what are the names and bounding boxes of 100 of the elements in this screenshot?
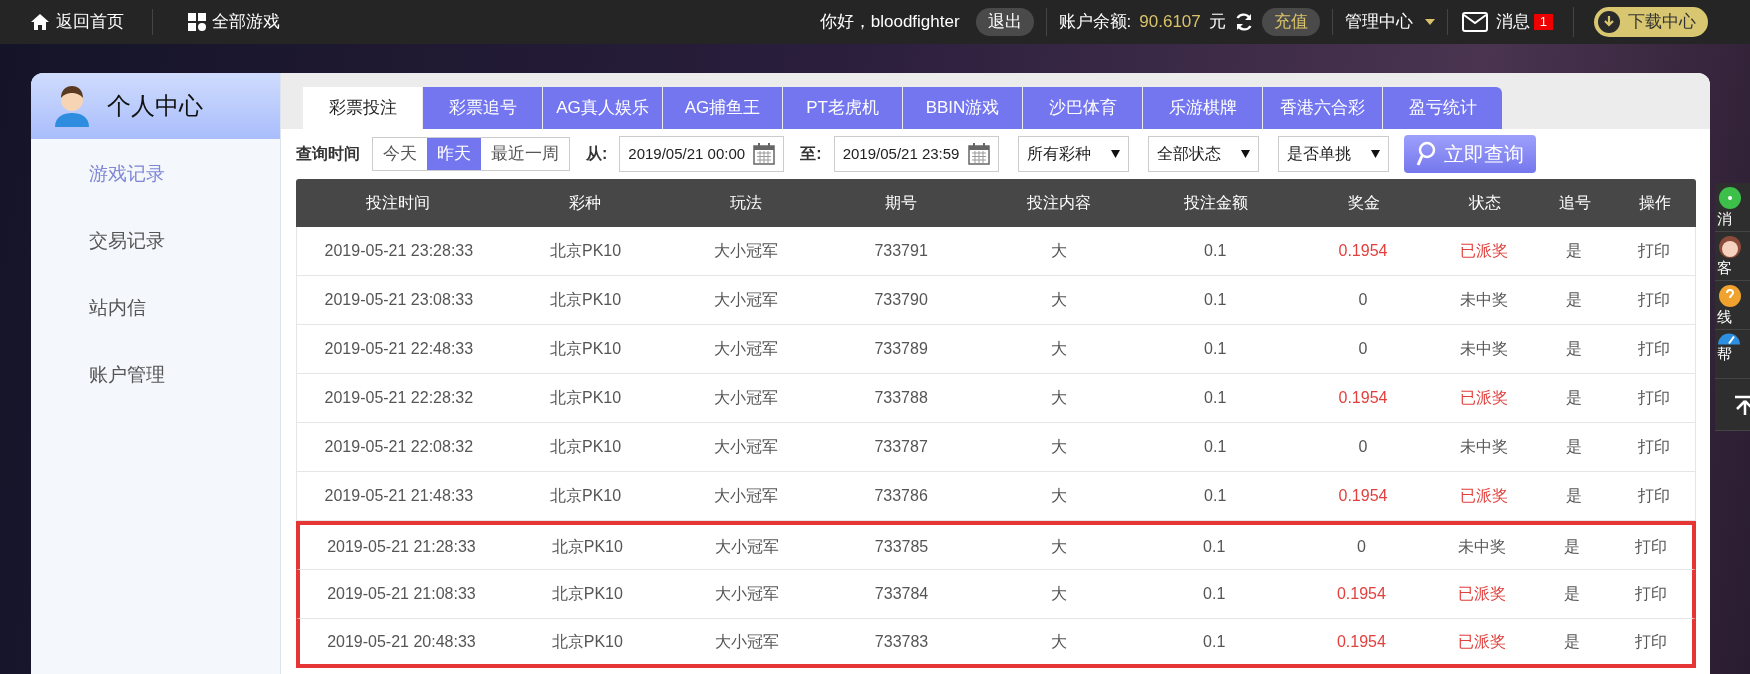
column-header: 期号 bbox=[884, 193, 918, 213]
side-panel-item[interactable]: 帮 bbox=[1715, 330, 1750, 379]
sidebar-item[interactable]: 站内信 bbox=[31, 275, 280, 342]
tab[interactable]: AG真人娱乐 bbox=[543, 87, 662, 129]
back-to-top-icon[interactable] bbox=[1733, 393, 1750, 416]
tab[interactable]: PT老虎机 bbox=[783, 87, 902, 129]
recharge-button[interactable]: 充值 bbox=[1261, 8, 1320, 36]
print-link[interactable]: 打印 bbox=[1613, 276, 1695, 324]
table-cell-text: 733789 bbox=[873, 339, 929, 359]
home-icon bbox=[30, 13, 50, 31]
table-cell-text: 0.1 bbox=[1203, 241, 1228, 261]
sidebar-item[interactable]: 交易记录 bbox=[31, 208, 280, 275]
table-cell-text: 733785 bbox=[873, 537, 930, 557]
column-header: 状态 bbox=[1468, 193, 1502, 213]
logout-button[interactable]: 退出 bbox=[975, 8, 1034, 36]
chat-bubble-icon bbox=[1717, 186, 1743, 210]
query-time-label: 查询时间 bbox=[296, 144, 360, 164]
table-cell-text: 733790 bbox=[873, 290, 929, 310]
table-cell-text: 已派奖 bbox=[1459, 241, 1510, 261]
table-cell-text: 未中奖 bbox=[1459, 339, 1510, 359]
all-games-link[interactable]: 全部游戏 bbox=[188, 9, 280, 35]
table-cell-text: 大小冠军 bbox=[714, 537, 781, 557]
calendar-icon[interactable] bbox=[967, 143, 990, 165]
tab[interactable]: 沙巴体育 bbox=[1023, 87, 1142, 129]
download-center-button[interactable]: 下载中心 bbox=[1594, 7, 1708, 37]
table-cell-text: 0.1 bbox=[1203, 388, 1228, 408]
table-cell-text: 大 bbox=[1049, 486, 1068, 506]
tab[interactable]: BBIN游戏 bbox=[903, 87, 1022, 129]
table-cell-text: 733783 bbox=[873, 631, 930, 652]
table-cell-text: 2019-05-21 23:28:33 bbox=[323, 241, 475, 261]
side-panel-item[interactable]: 客 bbox=[1715, 232, 1750, 281]
dropdown-caret-icon bbox=[1110, 150, 1120, 158]
tab[interactable]: 香港六合彩 bbox=[1263, 87, 1382, 129]
column-header: 奖金 bbox=[1346, 193, 1381, 213]
side-panel-item[interactable]: 线 bbox=[1715, 281, 1750, 330]
tab[interactable]: AG捕鱼王 bbox=[663, 87, 782, 129]
tab[interactable]: 乐游棋牌 bbox=[1143, 87, 1262, 129]
table-cell-text: 大 bbox=[1049, 339, 1068, 359]
table-cell-text: 大 bbox=[1049, 241, 1068, 261]
table-cell-text: 0 bbox=[1357, 339, 1369, 359]
column-header: 操作 bbox=[1638, 193, 1672, 213]
table-cell-text: 733784 bbox=[873, 584, 930, 604]
filter-dropdown[interactable]: 是否单挑 bbox=[1277, 136, 1389, 172]
table-cell-text: 2019-05-21 23:08:33 bbox=[323, 290, 475, 310]
filter-dropdown[interactable]: 全部状态 bbox=[1147, 136, 1259, 172]
print-link[interactable]: 打印 bbox=[1613, 472, 1695, 520]
manage-menu[interactable]: 管理中心 bbox=[1331, 9, 1448, 35]
calendar-icon[interactable] bbox=[753, 143, 776, 165]
envelope-icon bbox=[1461, 12, 1488, 32]
filter-dropdown[interactable]: 所有彩种 bbox=[1017, 136, 1129, 172]
side-panel-item[interactable]: 消 bbox=[1715, 183, 1750, 232]
to-date-field[interactable]: 2019/05/21 23:59 bbox=[833, 136, 999, 172]
print-link[interactable]: 打印 bbox=[1610, 619, 1692, 664]
print-link[interactable]: 打印 bbox=[1613, 325, 1695, 373]
table-cell-text: 已派奖 bbox=[1459, 388, 1510, 408]
message-count-badge: 1 bbox=[1533, 14, 1553, 30]
tab[interactable]: 盈亏统计 bbox=[1383, 87, 1502, 129]
table-cell-text: 已派奖 bbox=[1457, 631, 1508, 652]
table-cell-text: 大 bbox=[1049, 388, 1068, 408]
table-cell-text: 北京PK10 bbox=[549, 339, 623, 359]
tab[interactable]: 彩票追号 bbox=[423, 87, 542, 129]
table-cell-text: 0.1954 bbox=[1337, 388, 1389, 408]
table-cell-text: 大小冠军 bbox=[714, 631, 781, 652]
table-cell-text: 大 bbox=[1049, 631, 1068, 652]
home-link[interactable]: 返回首页 bbox=[30, 9, 153, 35]
print-link[interactable]: 打印 bbox=[1610, 525, 1692, 569]
sidebar-item[interactable]: 账户管理 bbox=[31, 342, 280, 409]
column-header: 彩种 bbox=[568, 193, 602, 213]
print-link[interactable]: 打印 bbox=[1613, 374, 1695, 422]
balance-amount: 90.6107 bbox=[1139, 11, 1201, 34]
from-date-field[interactable]: 2019/05/21 00:00 bbox=[619, 136, 785, 172]
tab[interactable]: 彩票投注 bbox=[303, 87, 422, 129]
print-link[interactable]: 打印 bbox=[1610, 570, 1692, 618]
table-cell-text: 是 bbox=[1565, 486, 1584, 506]
table-cell-text: 未中奖 bbox=[1457, 537, 1508, 557]
messages-link[interactable]: 消息 bbox=[1461, 9, 1530, 35]
table-cell-text: 北京PK10 bbox=[550, 584, 624, 604]
column-header: 投注金额 bbox=[1182, 193, 1249, 213]
table-cell-text: 0.1954 bbox=[1337, 241, 1389, 261]
to-label: 至: bbox=[800, 144, 822, 164]
table-cell-text: 北京PK10 bbox=[549, 388, 623, 408]
table-cell-text: 0 bbox=[1357, 437, 1369, 457]
table-cell-text: 北京PK10 bbox=[549, 437, 623, 457]
sidebar-title: 个人中心 bbox=[107, 91, 203, 122]
table-cell-text: 2019-05-21 21:08:33 bbox=[326, 584, 477, 604]
dropdown-caret-icon bbox=[1240, 150, 1250, 158]
table-cell-text: 大小冠军 bbox=[713, 486, 780, 506]
print-link[interactable]: 打印 bbox=[1613, 423, 1695, 471]
table-cell-text: 2019-05-21 22:28:32 bbox=[323, 388, 475, 408]
table-cell-text: 是 bbox=[1565, 437, 1584, 457]
table-cell-text: 大 bbox=[1049, 437, 1068, 457]
table-cell-text: 0.1 bbox=[1203, 339, 1228, 359]
table-cell-text: 2019-05-21 21:28:33 bbox=[326, 537, 477, 557]
caret-icon bbox=[1424, 19, 1435, 25]
print-link[interactable]: 打印 bbox=[1613, 227, 1695, 275]
table-cell-text: 733787 bbox=[873, 437, 929, 457]
table-cell-text: 0.1 bbox=[1202, 537, 1227, 557]
table-cell-text: 0.1 bbox=[1202, 631, 1227, 652]
table-cell-text: 大小冠军 bbox=[714, 584, 781, 604]
date-range-option[interactable]: 昨天 bbox=[427, 138, 481, 170]
